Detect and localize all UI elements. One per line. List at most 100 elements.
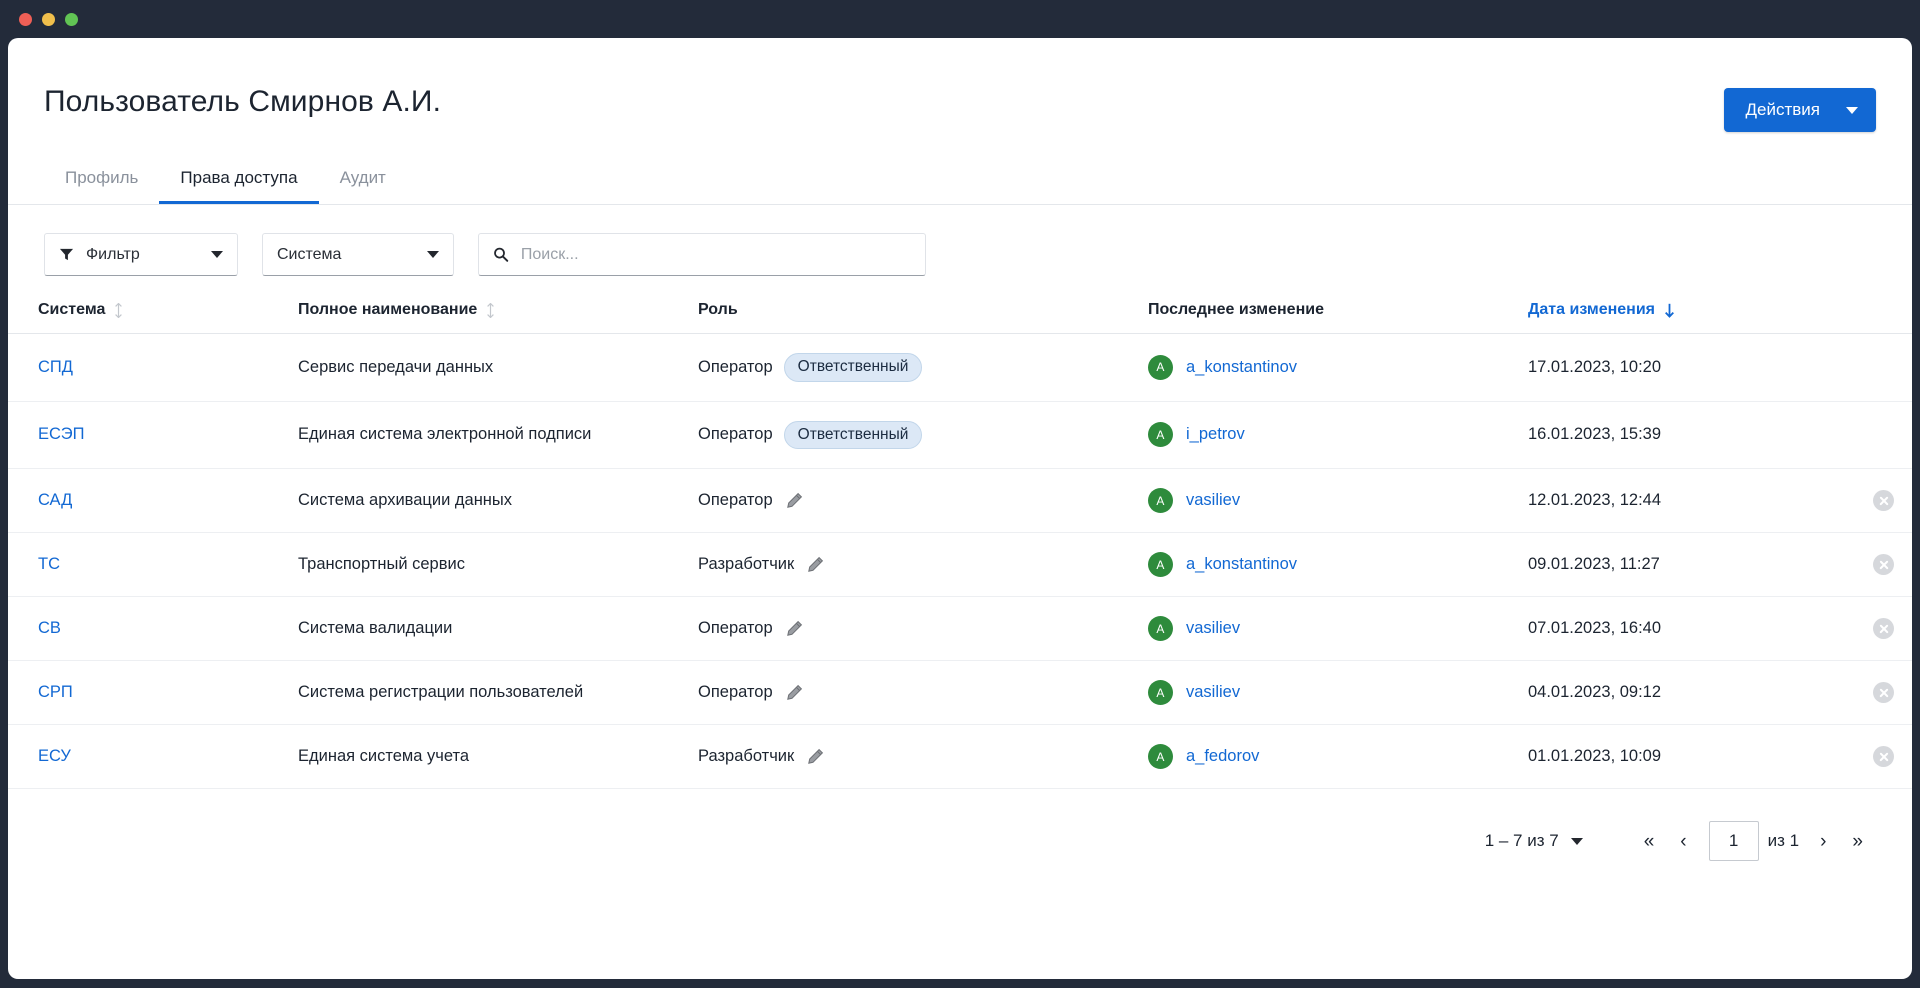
chevron-down-icon <box>1846 106 1858 114</box>
cell-full-name: Транспортный сервис <box>298 532 698 597</box>
system-link[interactable]: ЕСУ <box>38 747 71 765</box>
table-row: ТС Транспортный сервис Разработчик A a_k… <box>8 532 1912 597</box>
actions-button-label: Действия <box>1745 100 1820 119</box>
column-label: Роль <box>698 301 738 318</box>
cell-last-change: A vasiliev <box>1148 596 1528 661</box>
column-header-full-name[interactable]: Полное наименование <box>298 301 698 334</box>
app-window: Пользователь Смирнов А.И. Действия Профи… <box>0 0 1920 988</box>
column-header-role: Роль <box>698 301 1148 334</box>
system-link[interactable]: ЕСЭП <box>38 425 84 443</box>
tab-audit[interactable]: Аудит <box>319 158 407 204</box>
edit-pencil-icon[interactable] <box>805 555 825 575</box>
cell-change-date: 16.01.2023, 15:39 <box>1528 401 1828 469</box>
column-header-system[interactable]: Система <box>8 301 298 334</box>
cell-last-change: A i_petrov <box>1148 401 1528 469</box>
remove-access-button[interactable] <box>1873 682 1894 703</box>
filter-dropdown[interactable]: Фильтр <box>44 233 238 276</box>
role-label: Оператор <box>698 425 773 444</box>
system-link[interactable]: СВ <box>38 619 61 637</box>
cell-change-date: 09.01.2023, 11:27 <box>1528 532 1828 597</box>
role-label: Разработчик <box>698 747 795 765</box>
cell-change-date: 17.01.2023, 10:20 <box>1528 333 1828 402</box>
avatar: A <box>1148 488 1173 513</box>
table-row: САД Система архивации данных Оператор A … <box>8 468 1912 533</box>
cell-system: ЕСЭП <box>8 401 298 469</box>
funnel-icon <box>59 248 74 261</box>
cell-system: ЕСУ <box>8 724 298 789</box>
system-link[interactable]: САД <box>38 491 72 509</box>
minimize-window-button[interactable] <box>42 12 55 26</box>
system-link[interactable]: СРП <box>38 683 73 701</box>
last-page-button[interactable]: » <box>1839 828 1876 855</box>
sort-updown-icon <box>487 302 495 318</box>
page-size-selector[interactable]: 1 – 7 из 7 <box>1485 831 1583 851</box>
chevron-down-icon <box>211 251 223 258</box>
remove-access-button[interactable] <box>1873 490 1894 511</box>
actions-button[interactable]: Действия <box>1723 88 1876 132</box>
cell-role: Оператор Ответственный <box>698 333 1148 402</box>
page-viewport: Пользователь Смирнов А.И. Действия Профи… <box>8 38 1912 979</box>
sort-updown-icon <box>115 302 123 318</box>
edit-pencil-icon[interactable] <box>805 747 825 767</box>
cell-role: Разработчик <box>698 532 1148 597</box>
user-link[interactable]: vasiliev <box>1186 683 1240 702</box>
user-link[interactable]: vasiliev <box>1186 619 1240 638</box>
cell-full-name: Система архивации данных <box>298 468 698 533</box>
page-number-input[interactable] <box>1708 821 1759 861</box>
cell-system: СВ <box>8 596 298 661</box>
avatar: A <box>1148 616 1173 641</box>
edit-pencil-icon[interactable] <box>784 491 804 511</box>
edit-pencil-icon[interactable] <box>784 619 804 639</box>
cell-system: САД <box>8 468 298 533</box>
user-link[interactable]: a_konstantinov <box>1186 555 1297 574</box>
search-icon <box>494 247 509 262</box>
user-link[interactable]: i_petrov <box>1186 425 1245 444</box>
cell-full-name: Сервис передачи данных <box>298 333 698 402</box>
remove-access-button[interactable] <box>1873 618 1894 639</box>
search-input[interactable] <box>520 245 911 264</box>
column-header-change-date[interactable]: Дата изменения <box>1528 301 1828 334</box>
column-header-last-change: Последнее изменение <box>1148 301 1528 334</box>
table-row: СРП Система регистрации пользователей Оп… <box>8 660 1912 725</box>
cell-change-date: 01.01.2023, 10:09 <box>1528 724 1828 789</box>
user-link[interactable]: a_fedorov <box>1186 747 1259 766</box>
responsible-badge: Ответственный <box>783 420 923 449</box>
user-link[interactable]: vasiliev <box>1186 491 1240 510</box>
tab-profile[interactable]: Профиль <box>44 158 159 204</box>
chevron-down-icon <box>427 251 439 258</box>
close-window-button[interactable] <box>19 12 32 26</box>
cell-full-name: Единая система электронной подписи <box>298 401 698 469</box>
cell-full-name: Единая система учета <box>298 724 698 789</box>
tab-access-rights[interactable]: Права доступа <box>159 158 319 204</box>
system-dropdown[interactable]: Система <box>262 233 454 276</box>
next-page-button[interactable]: › <box>1807 828 1839 855</box>
access-rights-table: Система Полное наименование Роль Последн… <box>8 301 1912 789</box>
remove-access-button[interactable] <box>1873 746 1894 767</box>
edit-pencil-icon[interactable] <box>784 683 804 703</box>
cell-actions <box>1828 468 1912 533</box>
column-label: Дата изменения <box>1528 301 1655 318</box>
previous-page-button[interactable]: ‹ <box>1667 828 1699 855</box>
role-label: Оператор <box>698 619 773 637</box>
remove-access-button[interactable] <box>1873 554 1894 575</box>
role-label: Оператор <box>698 683 773 701</box>
user-link[interactable]: a_konstantinov <box>1186 358 1297 377</box>
cell-system: ТС <box>8 532 298 597</box>
table-header-row: Система Полное наименование Роль Последн… <box>8 301 1912 334</box>
cell-role: Оператор <box>698 660 1148 725</box>
column-header-actions <box>1828 301 1912 334</box>
page-range-label: 1 – 7 из 7 <box>1484 831 1559 850</box>
cell-last-change: A vasiliev <box>1148 660 1528 725</box>
role-label: Оператор <box>698 491 773 509</box>
table-row: ЕСУ Единая система учета Разработчик A a… <box>8 724 1912 789</box>
filter-toolbar: Фильтр Система <box>8 205 1912 276</box>
search-field[interactable] <box>478 233 926 276</box>
zoom-window-button[interactable] <box>65 12 78 26</box>
system-link[interactable]: ТС <box>38 555 60 573</box>
first-page-button[interactable]: « <box>1631 828 1668 855</box>
table-row: СВ Система валидации Оператор A vasiliev… <box>8 596 1912 661</box>
arrow-down-icon <box>1665 303 1674 318</box>
system-link[interactable]: СПД <box>38 358 73 376</box>
avatar: A <box>1148 744 1173 769</box>
total-pages-label: из 1 <box>1767 831 1800 850</box>
